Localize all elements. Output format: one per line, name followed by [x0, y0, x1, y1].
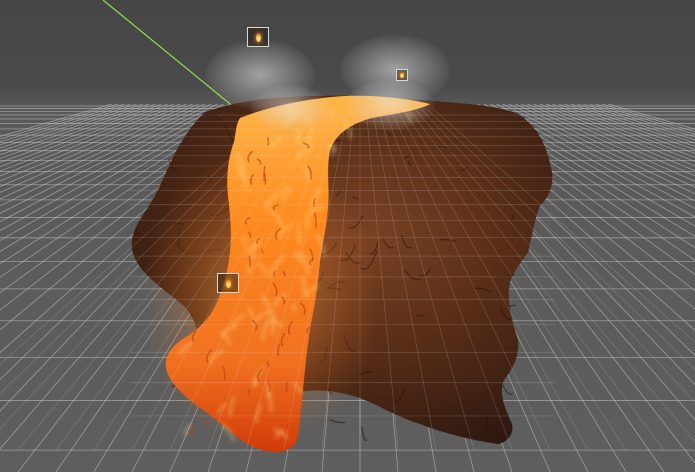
scene-canvas[interactable] [0, 0, 695, 472]
light-icon [400, 72, 404, 78]
scene-viewport[interactable] [0, 0, 695, 472]
light-icon [255, 32, 261, 42]
point-light-gizmo-lava[interactable] [217, 273, 239, 293]
point-light-gizmo-top[interactable] [247, 27, 269, 47]
point-light-gizmo-right[interactable] [396, 69, 408, 81]
light-icon [225, 278, 231, 288]
